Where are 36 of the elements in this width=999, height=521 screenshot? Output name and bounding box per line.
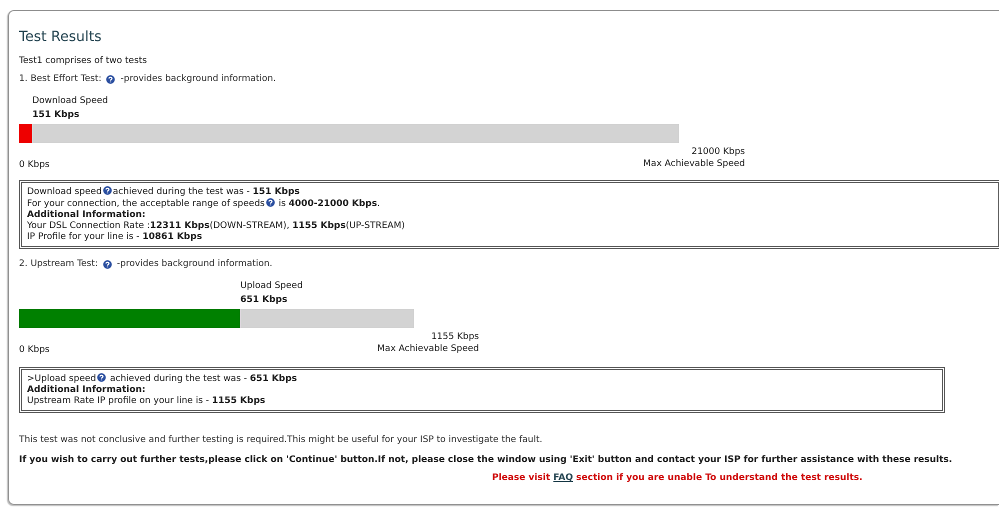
info-text: IP Profile for your line is - 10861 Kbps: [27, 232, 202, 242]
meter-label: Download Speed: [32, 95, 108, 108]
info-text: Upstream Rate IP profile on your line is - 1155 Kbps: [27, 396, 266, 406]
test-heading: 1. Best Effort Test:: [19, 74, 102, 84]
heading-note: -provides background information.: [116, 259, 272, 269]
max-speed-caption: Max Achievable Speed: [377, 343, 479, 355]
info-text: Additional Information:: [27, 385, 146, 395]
help-icon[interactable]: [102, 260, 112, 268]
help-icon[interactable]: [102, 186, 112, 195]
info-text: is 4000-21000 Kbps.: [278, 199, 380, 209]
result-note: This test was not conclusive and further testing is required.This might be useful for your ISP to investigate the fault.: [19, 435, 544, 445]
max-speed-value: 21000 Kbps: [690, 146, 745, 158]
heading-note: -provides background information.: [120, 74, 276, 84]
meter-value: 651 Kbps: [240, 294, 288, 307]
max-speed-caption: Max Achievable Speed: [643, 158, 745, 170]
help-icon[interactable]: [266, 198, 275, 207]
info-text: For your connection, the acceptable range of speeds: [27, 199, 265, 209]
help-icon[interactable]: [97, 373, 106, 382]
min-speed-label: 0 Kbps: [19, 344, 50, 356]
meter-value: 151 Kbps: [32, 109, 80, 122]
faq-link[interactable]: FAQ: [553, 473, 574, 483]
help-icon[interactable]: [106, 74, 116, 84]
info-text: Download speed: [27, 187, 102, 197]
intro-text: Test1 comprises of two tests: [19, 56, 148, 66]
info-text: Your DSL Connection Rate :12311 Kbps(DOWN-STREAM), 1155 Kbps(UP-STREAM): [27, 221, 405, 231]
info-text: >Upload speed: [27, 374, 96, 384]
info-text: achieved during the test was - 151 Kbps: [112, 187, 300, 197]
page-title: Test Results: [19, 29, 103, 45]
test-heading: 2. Upstream Test:: [19, 259, 98, 269]
instruction-text: If you wish to carry out further tests,please click on 'Continue' button.If not, please close the window using 'Exit' button and contact your ISP for further assistance with these results.: [19, 455, 954, 465]
min-speed-label: 0 Kbps: [19, 159, 50, 171]
meter-label: Upload Speed: [240, 280, 303, 293]
info-text: achieved during the test was - 651 Kbps: [109, 374, 297, 384]
max-speed-value: 1155 Kbps: [430, 331, 479, 343]
info-text: Additional Information:: [27, 210, 146, 220]
faq-note: Please visit FAQ section if you are unable To understand the test results.: [492, 473, 864, 483]
